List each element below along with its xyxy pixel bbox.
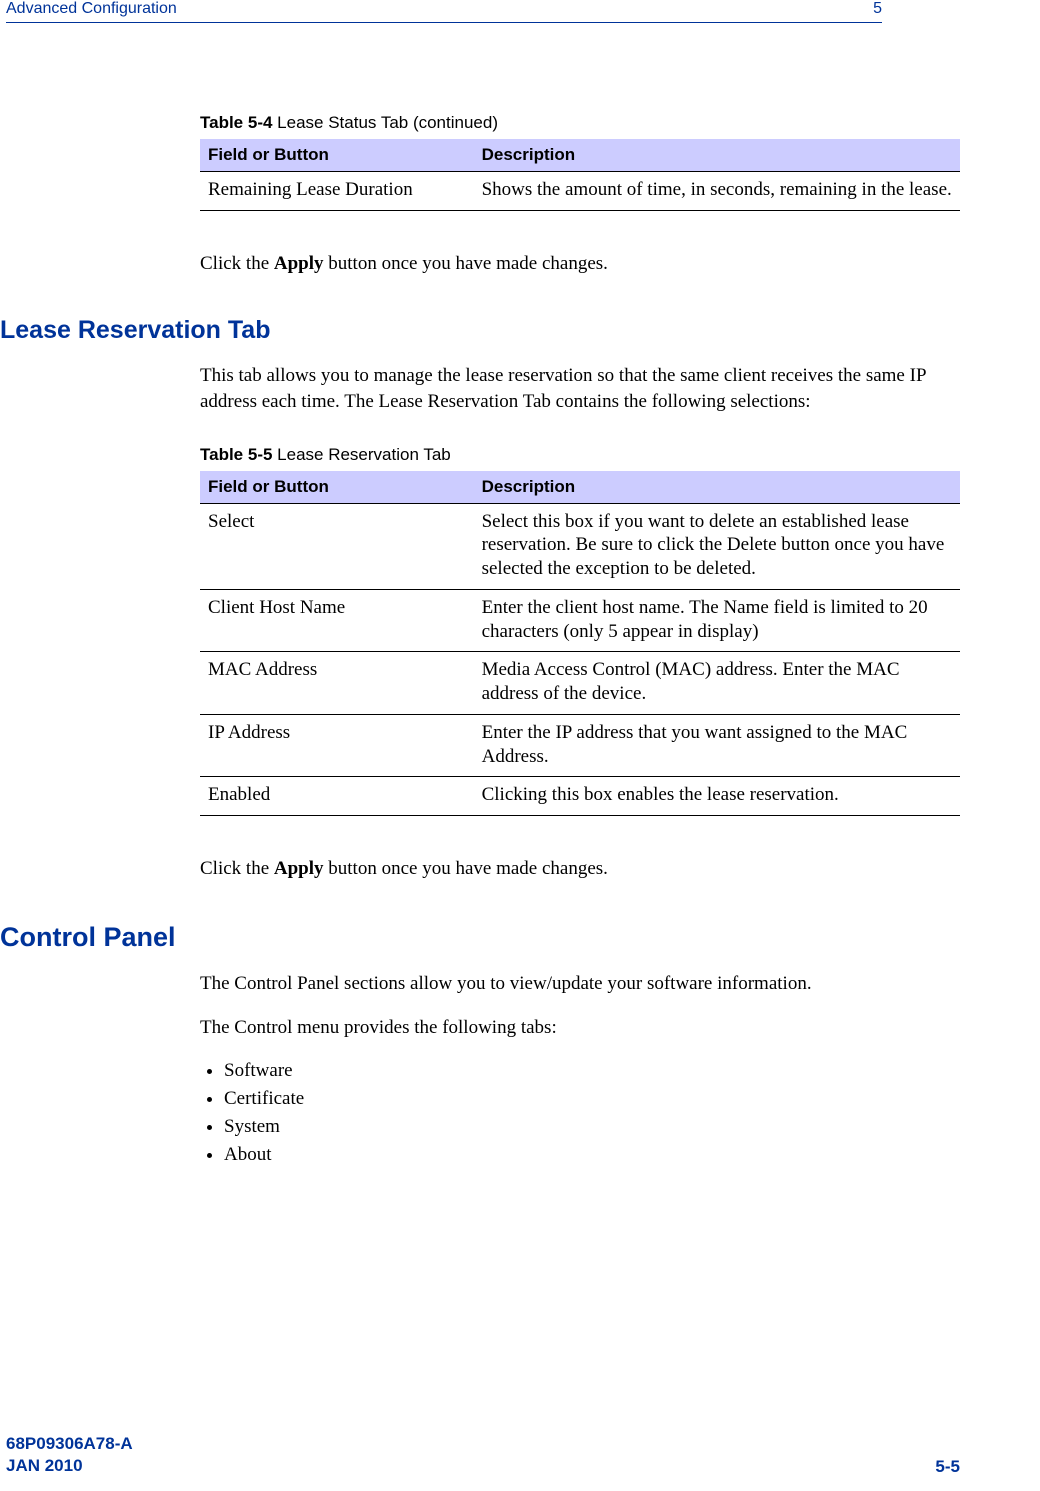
cell-desc: Media Access Control (MAC) address. Ente… [474, 652, 960, 715]
cell-field: Select [200, 503, 474, 589]
cell-desc: Select this box if you want to delete an… [474, 503, 960, 589]
cell-desc: Enter the client host name. The Name fie… [474, 589, 960, 652]
caption-rest: Lease Status Tab (continued) [272, 113, 498, 132]
table-header-desc: Description [474, 139, 960, 172]
list-item: Certificate [224, 1088, 960, 1110]
table-5-5-caption: Table 5-5 Lease Reservation Tab [200, 445, 960, 465]
footer-date: JAN 2010 [6, 1455, 133, 1477]
table-5-4-caption: Table 5-4 Lease Status Tab (continued) [200, 113, 960, 133]
table-row: MAC Address Media Access Control (MAC) a… [200, 652, 960, 715]
cell-field: Remaining Lease Duration [200, 172, 474, 211]
header-right: 5 [873, 0, 882, 18]
table-5-4: Field or Button Description Remaining Le… [200, 139, 960, 211]
control-intro-2: The Control menu provides the following … [200, 1015, 960, 1041]
cell-field: Enabled [200, 777, 474, 816]
table-5-5: Field or Button Description Select Selec… [200, 471, 960, 817]
control-intro-1: The Control Panel sections allow you to … [200, 971, 960, 997]
list-item: About [224, 1144, 960, 1166]
caption-prefix: Table 5-4 [200, 113, 272, 132]
footer-doc-number: 68P09306A78-A [6, 1433, 133, 1455]
list-item: System [224, 1116, 960, 1138]
table-row: Select Select this box if you want to de… [200, 503, 960, 589]
lease-intro: This tab allows you to manage the lease … [200, 363, 960, 414]
table-row: Client Host Name Enter the client host n… [200, 589, 960, 652]
cell-field: Client Host Name [200, 589, 474, 652]
apply-paragraph-2: Click the Apply button once you have mad… [200, 856, 960, 882]
footer-page-number: 5-5 [935, 1457, 960, 1477]
header-left: Advanced Configuration [6, 0, 177, 18]
cell-desc: Shows the amount of time, in seconds, re… [474, 172, 960, 211]
section-heading-control-panel: Control Panel [0, 922, 960, 953]
caption-prefix: Table 5-5 [200, 445, 272, 464]
table-header-desc: Description [474, 471, 960, 504]
table-row: Remaining Lease Duration Shows the amoun… [200, 172, 960, 211]
control-tabs-list: Software Certificate System About [200, 1060, 960, 1166]
list-item: Software [224, 1060, 960, 1082]
table-row: Enabled Clicking this box enables the le… [200, 777, 960, 816]
apply-paragraph-1: Click the Apply button once you have mad… [200, 251, 960, 277]
cell-desc: Enter the IP address that you want assig… [474, 714, 960, 777]
cell-desc: Clicking this box enables the lease rese… [474, 777, 960, 816]
caption-rest: Lease Reservation Tab [272, 445, 450, 464]
cell-field: IP Address [200, 714, 474, 777]
table-header-field: Field or Button [200, 139, 474, 172]
table-header-field: Field or Button [200, 471, 474, 504]
section-heading-lease-reservation: Lease Reservation Tab [0, 316, 960, 345]
cell-field: MAC Address [200, 652, 474, 715]
table-row: IP Address Enter the IP address that you… [200, 714, 960, 777]
